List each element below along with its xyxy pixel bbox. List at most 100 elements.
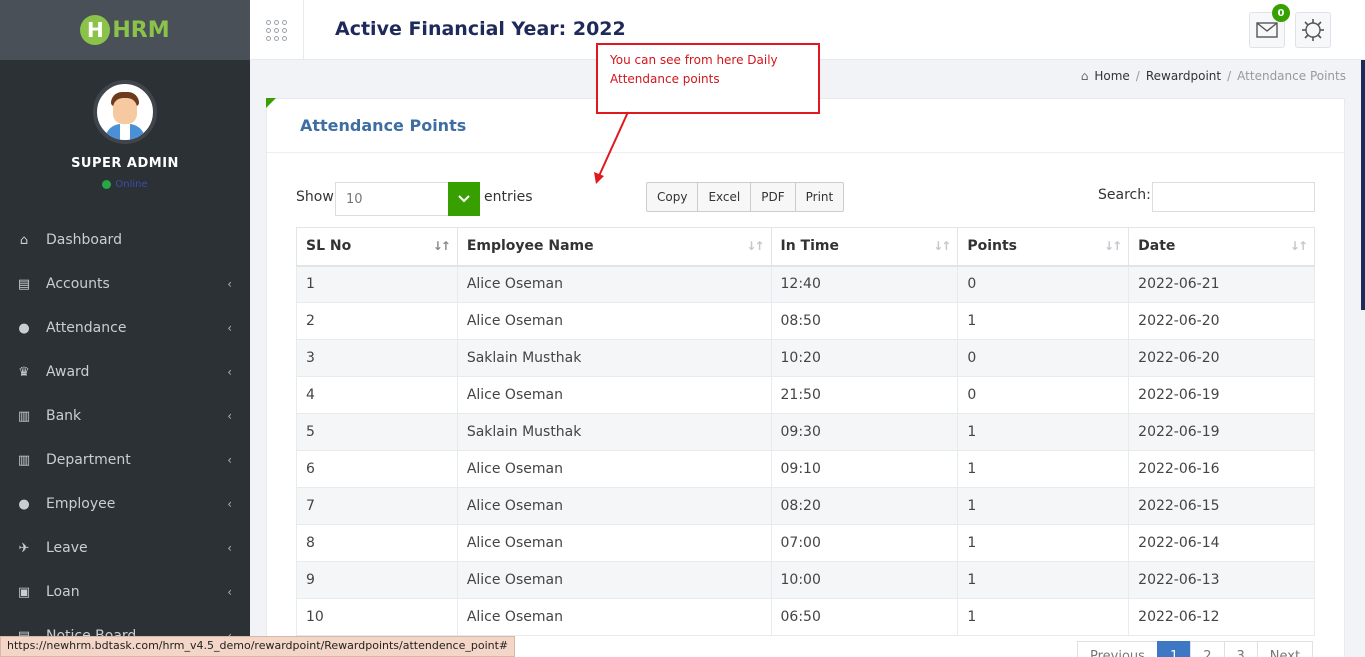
table-cell: 1 bbox=[957, 561, 1130, 599]
entries-dropdown-toggle[interactable] bbox=[448, 182, 480, 216]
bank-icon: ▥ bbox=[17, 408, 31, 424]
hrm-logo[interactable]: H HRM bbox=[80, 15, 170, 45]
sort-icon: ↓↑ bbox=[746, 239, 764, 253]
table-cell: 2022-06-21 bbox=[1128, 265, 1315, 303]
sort-icon: ↓↑ bbox=[933, 239, 951, 253]
table-cell: 09:30 bbox=[770, 413, 959, 451]
pagination-page[interactable]: 3 bbox=[1223, 641, 1258, 657]
gear-icon bbox=[1302, 19, 1324, 41]
table-cell: 1 bbox=[957, 598, 1130, 636]
chevron-left-icon: ‹ bbox=[227, 321, 232, 335]
table-cell: 2022-06-12 bbox=[1128, 598, 1315, 636]
column-header-date[interactable]: Date ↓↑ bbox=[1128, 227, 1315, 267]
avatar bbox=[93, 80, 157, 144]
app-grid-button[interactable] bbox=[250, 0, 304, 60]
pagination-page[interactable]: 2 bbox=[1190, 641, 1225, 657]
sidebar-item-bank[interactable]: ▥ Bank ‹ bbox=[0, 394, 250, 438]
profile-status: Online bbox=[0, 179, 250, 190]
table-row: 4 Alice Oseman 21:50 0 2022-06-19 bbox=[296, 376, 1315, 414]
sidebar-item-leave[interactable]: ✈ Leave ‹ bbox=[0, 526, 250, 570]
copy-button[interactable]: Copy bbox=[646, 182, 699, 212]
column-header-employee-name[interactable]: Employee Name ↓↑ bbox=[456, 227, 772, 267]
table-cell: Saklain Musthak bbox=[456, 413, 772, 451]
print-button[interactable]: Print bbox=[794, 182, 845, 212]
user-profile: SUPER ADMIN Online bbox=[0, 60, 250, 190]
table-row: 6 Alice Oseman 09:10 1 2022-06-16 bbox=[296, 450, 1315, 488]
page-title: Active Financial Year: 2022 bbox=[335, 18, 626, 40]
table-cell: 21:50 bbox=[770, 376, 959, 414]
table-body: 1 Alice Oseman 12:40 0 2022-06-21 2 Alice Osem… bbox=[296, 265, 1315, 636]
chevron-left-icon: ‹ bbox=[227, 585, 232, 599]
table-cell: 2022-06-20 bbox=[1128, 339, 1315, 377]
sidebar-item-department[interactable]: ▥ Department ‹ bbox=[0, 438, 250, 482]
column-header-in-time[interactable]: In Time ↓↑ bbox=[770, 227, 959, 267]
logo-mark: H bbox=[80, 15, 111, 45]
sidebar-item-award[interactable]: ♛ Award ‹ bbox=[0, 350, 250, 394]
sidebar-item-loan[interactable]: ▣ Loan ‹ bbox=[0, 570, 250, 614]
breadcrumb-home[interactable]: Home bbox=[1094, 69, 1129, 83]
table-row: 3 Saklain Musthak 10:20 0 2022-06-20 bbox=[296, 339, 1315, 377]
table-cell: 09:10 bbox=[770, 450, 959, 488]
table-cell: 2022-06-13 bbox=[1128, 561, 1315, 599]
pagination-page[interactable]: 1 bbox=[1156, 641, 1192, 657]
column-header-label: Employee Name bbox=[466, 238, 594, 255]
breadcrumb-separator: / bbox=[1135, 69, 1140, 83]
sidebar-item-label: Department bbox=[46, 452, 131, 468]
table-row: 1 Alice Oseman 12:40 0 2022-06-21 bbox=[296, 265, 1315, 303]
table-row: 2 Alice Oseman 08:50 1 2022-06-20 bbox=[296, 302, 1315, 340]
sidebar-menu: ⌂ Dashboard ▤ Accounts ‹ ● Attendance ‹ ♛ Award ‹ ▥… bbox=[0, 218, 250, 657]
search-label: Search: bbox=[1098, 187, 1151, 203]
profile-status-text: Online bbox=[115, 179, 148, 190]
table-cell: 08:20 bbox=[770, 487, 959, 525]
sidebar-item-accounts[interactable]: ▤ Accounts ‹ bbox=[0, 262, 250, 306]
table-row: 7 Alice Oseman 08:20 1 2022-06-15 bbox=[296, 487, 1315, 525]
pagination-next[interactable]: Next bbox=[1256, 641, 1314, 657]
table-cell: Saklain Musthak bbox=[456, 339, 772, 377]
breadcrumb-rewardpoint[interactable]: Rewardpoint bbox=[1146, 69, 1221, 83]
sidebar-item-employee[interactable]: ● Employee ‹ bbox=[0, 482, 250, 526]
table-cell: 07:00 bbox=[770, 524, 959, 562]
table-header-row: SL No ↓↑ Employee Name ↓↑ In Time ↓↑ Points ↓↑ D… bbox=[296, 227, 1315, 267]
pagination-previous[interactable]: Previous bbox=[1077, 641, 1158, 657]
table-cell: 6 bbox=[296, 450, 458, 488]
mail-badge: 0 bbox=[1272, 4, 1290, 22]
sidebar: H HRM SUPER ADMIN Online ⌂ Dashboard ▤ Acco… bbox=[0, 0, 250, 657]
column-header-sl-no[interactable]: SL No ↓↑ bbox=[296, 227, 458, 267]
table-cell: 1 bbox=[296, 265, 458, 303]
column-header-label: SL No bbox=[306, 238, 352, 255]
pdf-button[interactable]: PDF bbox=[750, 182, 796, 212]
money-icon: ▣ bbox=[17, 584, 31, 600]
sidebar-item-label: Bank bbox=[46, 408, 82, 424]
search-input[interactable] bbox=[1152, 182, 1315, 212]
settings-button[interactable] bbox=[1295, 12, 1331, 48]
sidebar-item-label: Accounts bbox=[46, 276, 110, 292]
accounts-icon: ▤ bbox=[17, 276, 31, 292]
breadcrumb: ⌂ Home / Rewardpoint / Attendance Points bbox=[1081, 69, 1346, 83]
chevron-left-icon: ‹ bbox=[227, 541, 232, 555]
sidebar-item-label: Dashboard bbox=[46, 232, 122, 248]
table-cell: 0 bbox=[957, 376, 1130, 414]
sidebar-item-attendance[interactable]: ● Attendance ‹ bbox=[0, 306, 250, 350]
table-cell: 10:20 bbox=[770, 339, 959, 377]
table-cell: 1 bbox=[957, 413, 1130, 451]
card-title: Attendance Points bbox=[300, 116, 467, 135]
table-cell: Alice Oseman bbox=[456, 524, 772, 562]
column-header-points[interactable]: Points ↓↑ bbox=[957, 227, 1130, 267]
sidebar-item-dashboard[interactable]: ⌂ Dashboard bbox=[0, 218, 250, 262]
table-cell: 10:00 bbox=[770, 561, 959, 599]
table-row: 5 Saklain Musthak 09:30 1 2022-06-19 bbox=[296, 413, 1315, 451]
sidebar-item-label: Leave bbox=[46, 540, 88, 556]
table-row: 8 Alice Oseman 07:00 1 2022-06-14 bbox=[296, 524, 1315, 562]
online-dot-icon bbox=[102, 180, 112, 189]
sort-icon: ↓↑ bbox=[432, 239, 451, 253]
table-cell: 4 bbox=[296, 376, 458, 414]
attendance-points-table: SL No ↓↑ Employee Name ↓↑ In Time ↓↑ Points ↓↑ D… bbox=[296, 227, 1315, 636]
excel-button[interactable]: Excel bbox=[697, 182, 752, 212]
table-cell: 1 bbox=[957, 450, 1130, 488]
table-cell: 9 bbox=[296, 561, 458, 599]
table-cell: Alice Oseman bbox=[456, 487, 772, 525]
sidebar-item-label: Award bbox=[46, 364, 90, 380]
users-icon: ● bbox=[18, 496, 30, 512]
dashboard-icon: ⌂ bbox=[19, 232, 29, 248]
table-cell: Alice Oseman bbox=[456, 302, 772, 340]
